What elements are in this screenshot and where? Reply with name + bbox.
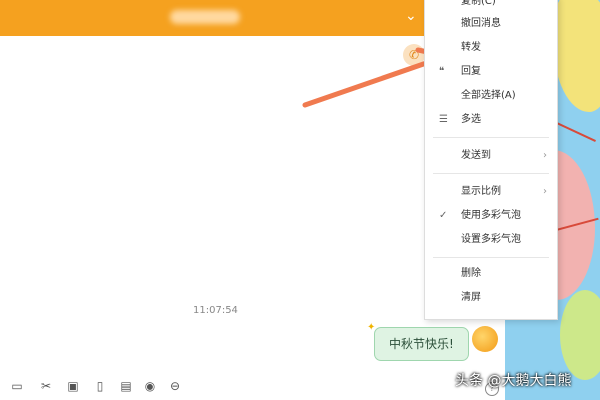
menu-item-reply[interactable]: ❝ 回复 [425, 61, 557, 83]
more-icon[interactable]: ⊖ [168, 379, 182, 393]
checkmark-icon: ✓ [439, 210, 448, 221]
menu-item-clear-screen[interactable]: 清屏 [425, 287, 557, 309]
menu-item-multi-select[interactable]: ☰ 多选 [425, 109, 557, 131]
menu-item-send-to[interactable]: 发送到 › [425, 145, 557, 167]
phone-icon[interactable]: ▯ [93, 379, 107, 393]
folder-icon[interactable]: ▭ [10, 379, 24, 393]
chevron-right-icon: › [543, 186, 547, 197]
music-icon[interactable]: ◉ [143, 379, 157, 393]
menu-item-delete[interactable]: 删除 [425, 263, 557, 285]
menu-item-forward[interactable]: 转发 [425, 37, 557, 59]
multi-select-icon: ☰ [439, 114, 448, 125]
context-menu: 复制(C) 撤回消息 转发 ❝ 回复 全部选择(A) ☰ 多选 发送到 › 显示比例 ›… [424, 0, 558, 320]
screenshot-icon[interactable]: ✂ [39, 379, 53, 393]
image-icon[interactable]: ▣ [66, 379, 80, 393]
menu-item-zoom[interactable]: 显示比例 › [425, 181, 557, 203]
menu-divider [433, 137, 549, 138]
menu-item-colorful-bubble[interactable]: ✓ 使用多彩气泡 [425, 205, 557, 227]
quote-icon: ❝ [439, 66, 445, 77]
chevron-right-icon: › [543, 150, 547, 161]
menu-item-recall[interactable]: 撤回消息 [425, 13, 557, 35]
menu-item-select-all[interactable]: 全部选择(A) [425, 85, 557, 107]
watermark: 头条 @大鹅大白熊 [455, 373, 572, 389]
menu-divider [433, 257, 549, 258]
menu-divider [433, 173, 549, 174]
calendar-icon[interactable]: ▤ [119, 379, 133, 393]
menu-item-bubble-settings[interactable]: 设置多彩气泡 [425, 229, 557, 251]
menu-item-copy[interactable]: 复制(C) [425, 0, 557, 13]
